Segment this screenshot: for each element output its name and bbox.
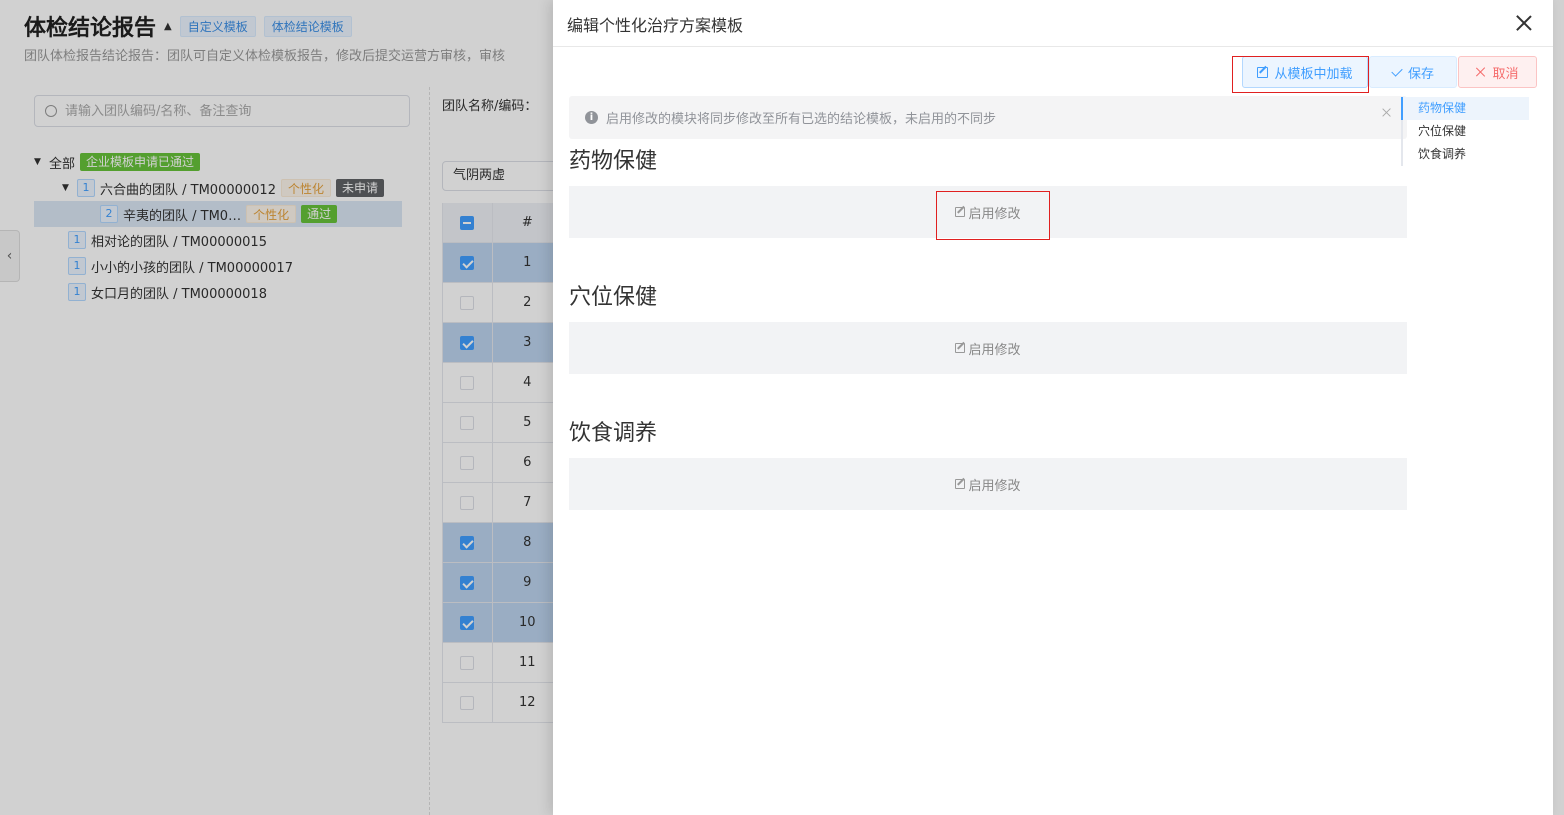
enable-edit-acupoint[interactable]: 启用修改 <box>968 339 1020 358</box>
close-icon[interactable] <box>1513 12 1535 34</box>
drawer-title: 编辑个性化治疗方案模板 <box>567 16 744 35</box>
anchor-item-diet[interactable]: 饮食调养 <box>1403 143 1529 166</box>
section-title-medicine: 药物保健 <box>569 149 658 174</box>
edit-template-drawer: 编辑个性化治疗方案模板 从模板中加载 保存 取消 i 启用修改的模块将同步修改至… <box>553 0 1553 815</box>
cancel-label: 取消 <box>1492 66 1519 82</box>
highlight-box <box>936 191 1050 240</box>
section-title-diet: 饮食调养 <box>569 421 658 446</box>
section-box-diet: 启用修改 <box>569 458 1407 510</box>
section-box-acupoint: 启用修改 <box>569 322 1407 374</box>
drawer-header: 编辑个性化治疗方案模板 <box>553 0 1553 47</box>
close-icon <box>1476 67 1486 77</box>
info-icon: i <box>585 111 598 124</box>
check-icon <box>1391 64 1403 77</box>
anchor-item-acupoint[interactable]: 穴位保健 <box>1403 120 1529 143</box>
save-button[interactable]: 保存 <box>1369 56 1457 88</box>
edit-icon <box>955 343 966 353</box>
cancel-button[interactable]: 取消 <box>1458 56 1537 88</box>
highlight-box <box>1232 56 1369 93</box>
section-anchor-nav: 药物保健 穴位保健 饮食调养 <box>1401 97 1529 166</box>
enable-edit-diet[interactable]: 启用修改 <box>968 475 1020 494</box>
anchor-item-medicine[interactable]: 药物保健 <box>1401 97 1529 120</box>
edit-icon <box>955 479 966 489</box>
save-label: 保存 <box>1407 66 1434 82</box>
info-alert-text: 启用修改的模块将同步修改至所有已选的结论模板，未启用的不同步 <box>606 112 997 127</box>
section-title-acupoint: 穴位保健 <box>569 285 658 310</box>
info-alert: i 启用修改的模块将同步修改至所有已选的结论模板，未启用的不同步 <box>569 96 1407 139</box>
alert-close-icon[interactable] <box>1381 107 1393 119</box>
